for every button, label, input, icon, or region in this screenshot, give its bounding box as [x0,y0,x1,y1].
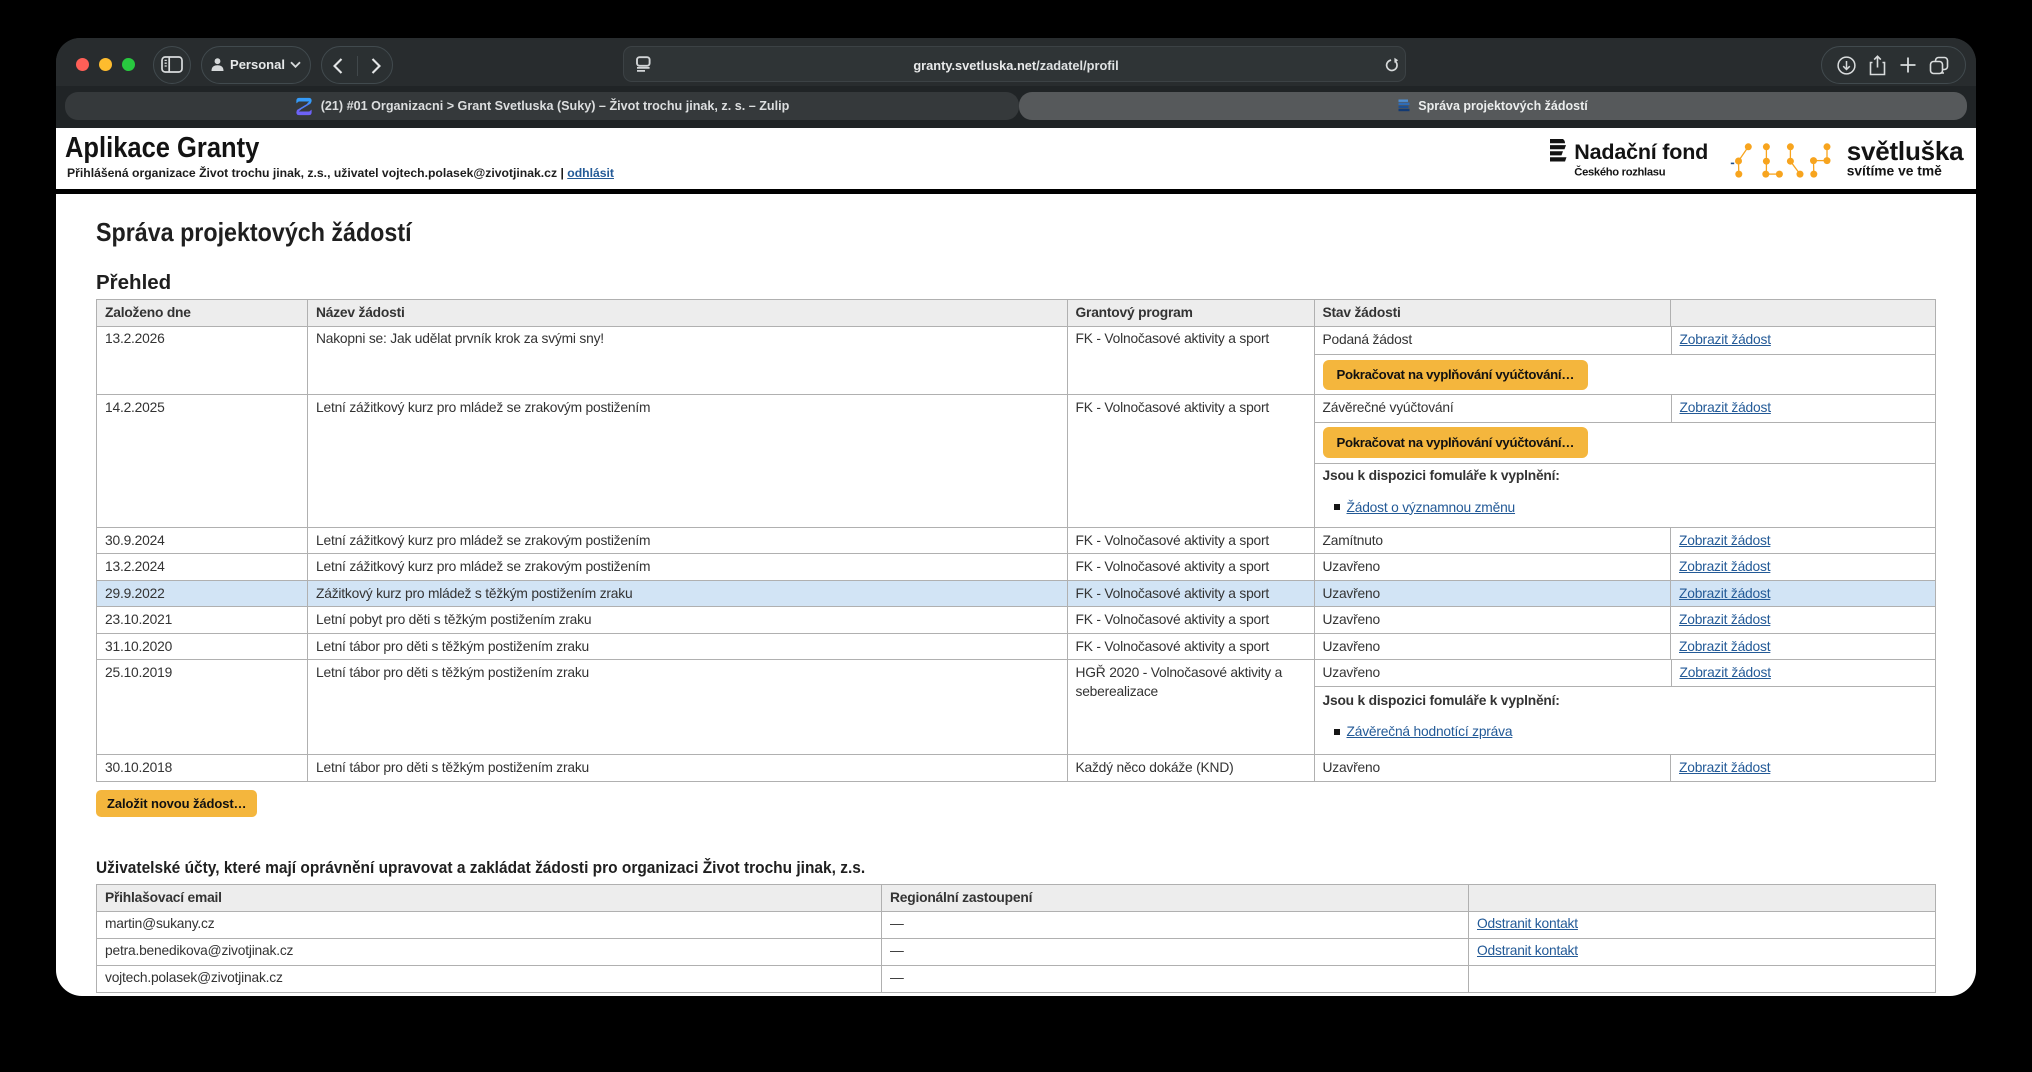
svg-text:světluška: světluška [1847,136,1964,166]
svg-text:Českého rozhlasu: Českého rozhlasu [1574,165,1665,178]
svg-text:Nadační fond: Nadační fond [1574,140,1708,164]
svg-text:svítíme ve tmě: svítíme ve tmě [1847,164,1942,179]
